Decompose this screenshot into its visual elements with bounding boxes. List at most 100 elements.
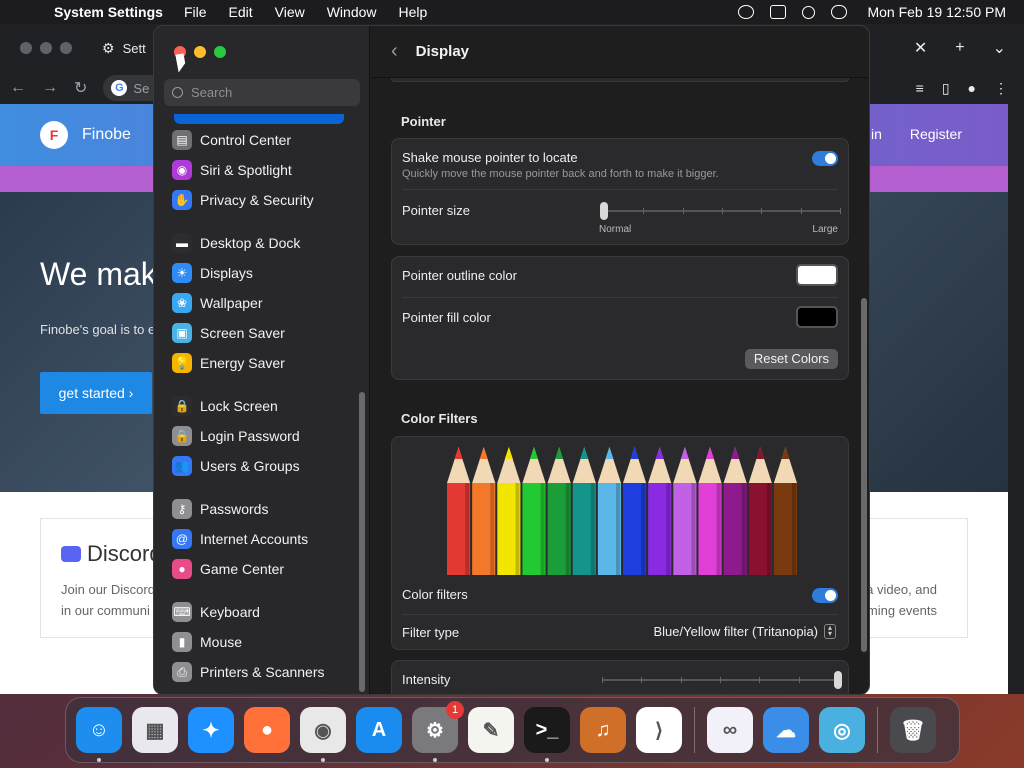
reset-colors-button[interactable]: Reset Colors [744,349,838,369]
sidebar-item-wallpaper[interactable]: ❀ Wallpaper [162,289,358,317]
menu-edit[interactable]: Edit [229,4,253,20]
hand-icon: ✋ [172,190,192,210]
sidebar-item-siri-spotlight[interactable]: ◉ Siri & Spotlight [162,156,358,184]
garageband-icon[interactable]: ♫ [580,707,626,753]
fill-color-swatch[interactable] [796,306,838,328]
weather-icon[interactable]: ☁ [763,707,809,753]
system-settings-icon[interactable]: ⚙ 1 [412,701,464,762]
new-tab-icon[interactable]: + [955,39,964,57]
sidebar-item-energy-saver[interactable]: 💡 Energy Saver [162,349,358,377]
back-arrow-icon[interactable]: ← [10,79,26,97]
dock-glyph: ⚙ [426,719,444,742]
menu-view[interactable]: View [275,4,305,20]
sidebar-item-lock-screen[interactable]: 🔒 Lock Screen [162,392,358,420]
get-started-button[interactable]: get started › [40,372,152,414]
browser-tab[interactable]: ⚙ Sett [102,40,146,57]
chrome-icon[interactable]: ◉ [300,707,346,762]
sidebar-item-game-center[interactable]: ● Game Center [162,555,358,583]
hero-title: We mak [40,256,157,292]
apple-menu-icon[interactable] [18,3,36,21]
visual-studio-icon[interactable]: ∞ [707,707,753,753]
sidebar-item-mouse[interactable]: ▮ Mouse [162,628,358,656]
screen-capture-icon[interactable]: ◎ [819,707,865,753]
spotlight-search-icon[interactable] [802,5,816,19]
screen-mirroring-icon[interactable] [770,5,787,19]
pencil [597,447,621,575]
profile-icon[interactable]: ● [968,80,976,96]
sidebar-item-passwords[interactable]: ⚷ Passwords [162,495,358,523]
pencil [648,447,672,575]
settings-search[interactable] [164,79,360,106]
zoom-window-button[interactable] [214,46,226,58]
search-input[interactable] [191,85,351,100]
finder-icon[interactable]: ☺ [76,707,122,762]
menu-help[interactable]: Help [399,4,428,20]
reload-icon[interactable]: ↻ [74,78,87,98]
side-panel-icon[interactable]: ▯ [942,80,950,97]
sidebar-item-login-password[interactable]: 🔒 Login Password [162,422,358,450]
color-pencils-preview [447,447,797,575]
pencil [673,447,697,575]
control-center-menu-icon[interactable] [831,5,848,19]
site-brand[interactable]: Finobe [82,126,131,144]
register-link[interactable]: Register [910,126,962,142]
sidebar-item-screen-saver[interactable]: ▣ Screen Saver [162,319,358,347]
forward-arrow-icon[interactable]: → [42,79,58,97]
card-text-line: in our communi [61,603,150,618]
pencil [623,447,647,575]
menu-clock[interactable]: Mon Feb 19 12:50 PM [867,4,1006,20]
fill-color-label: Pointer fill color [402,310,491,325]
close-tab-icon[interactable]: ✕ [914,38,927,58]
sidebar-item-label: Lock Screen [200,398,278,414]
slider-tick [759,677,761,683]
firefox-icon[interactable]: ● [244,707,290,753]
back-chevron-icon[interactable]: ‹ [391,40,398,63]
sidebar-item-desktop-dock[interactable]: ▬ Desktop & Dock [162,229,358,257]
finobe-logo-icon[interactable]: F [40,121,68,149]
menu-file[interactable]: File [184,4,207,20]
intensity-slider[interactable] [392,661,848,694]
outline-color-swatch[interactable] [796,264,838,286]
app-store-icon[interactable]: A [356,707,402,753]
safari-icon[interactable]: ✦ [188,707,234,753]
menu-window[interactable]: Window [327,4,377,20]
sidebar-item-printers-scanners[interactable]: ⎙ Printers & Scanners [162,658,358,686]
game-center-icon: ● [172,559,192,579]
play-status-icon[interactable] [738,5,755,19]
sidebar-item-control-center[interactable]: ▤ Control Center [162,126,358,154]
sidebar-item-keyboard[interactable]: ⌨ Keyboard [162,598,358,626]
color-filters-toggle[interactable] [812,588,838,603]
sidebar-item-internet-accounts[interactable]: @ Internet Accounts [162,525,358,553]
sidebar-item-displays[interactable]: ☀ Displays [162,259,358,287]
reading-list-icon[interactable]: ≡ [916,80,924,96]
minimize-window-button[interactable] [194,46,206,58]
sidebar-item-privacy-security[interactable]: ✋ Privacy & Security [162,186,358,214]
sidebar-item-users-groups[interactable]: 👥 Users & Groups [162,452,358,480]
dock-glyph: 🗑 [900,719,926,742]
main-scrollbar[interactable] [861,298,867,652]
card-text-line: Join our Discord [61,582,155,597]
trash-icon[interactable]: 🗑 [890,707,936,753]
launchpad-icon[interactable]: ▦ [132,707,178,753]
slider-knob[interactable] [834,671,842,689]
pointer-size-min-label: Normal [599,224,632,235]
dock-separator [877,707,878,753]
sidebar-scrollbar[interactable] [359,392,365,692]
vscode-icon[interactable]: ⟩ [636,707,682,753]
popup-arrows-icon: ▴ ▾ [824,624,836,639]
pencil [748,447,772,575]
app-name-menu[interactable]: System Settings [54,4,163,20]
omnibox-text: Se [133,80,150,96]
more-menu-icon[interactable]: ⋮ [994,80,1008,97]
terminal-icon[interactable]: >_ [524,707,570,762]
slider-knob[interactable] [600,202,608,220]
chevron-down-icon[interactable]: ⌄ [993,38,1006,58]
running-indicator [433,758,437,762]
filter-type-popup[interactable]: Blue/Yellow filter (Tritanopia) ▴ ▾ [654,624,836,639]
sidebar-item-label: Privacy & Security [200,192,314,208]
textedit-icon[interactable]: ✎ [468,707,514,753]
search-icon [172,87,183,98]
sidebar-item-label: Mouse [200,634,243,650]
sidebar-item-label: Siri & Spotlight [200,162,292,178]
dock-glyph: ♫ [595,718,611,741]
